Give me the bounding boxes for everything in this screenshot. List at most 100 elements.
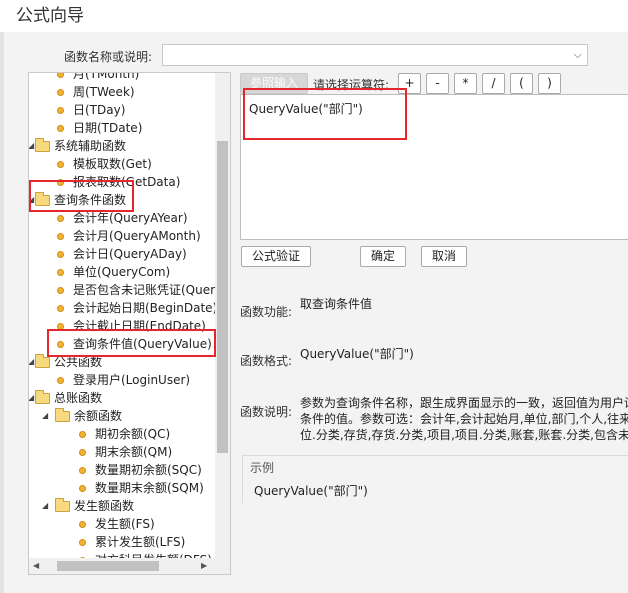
tree-viewport: 月(TMonth) 周(TWeek) 日(TDay) 日期(TDate) ◢ 系统辅助函数… (29, 73, 215, 558)
scroll-right-icon[interactable]: ▶ (201, 561, 207, 570)
function-dot-icon (79, 461, 86, 479)
tree-function-node[interactable]: 会计日(QueryADay) (29, 245, 215, 263)
search-label: 函数名称或说明: (64, 50, 153, 64)
tree-node-label: 会计月(QueryAMonth) (73, 229, 201, 243)
example-legend: 示例 (250, 461, 275, 475)
function-dot-icon (57, 73, 64, 83)
tree-function-node[interactable]: 单位(QueryCom) (29, 263, 215, 281)
tree-function-node[interactable]: 数量期初余额(SQC) (29, 461, 215, 479)
format-value: QueryValue("部门") (300, 347, 414, 361)
function-dot-icon (57, 263, 64, 281)
operator-multiply-button[interactable]: * (454, 73, 477, 94)
tree-node-label: 会计日(QueryADay) (73, 247, 187, 261)
tree-node-label: 系统辅助函数 (54, 139, 127, 153)
tree-function-node[interactable]: 会计起始日期(BeginDate) (29, 299, 215, 317)
description-line: 条件的值。参数可选：会计年,会计起始月,单位,部门,个人,往来单 (300, 412, 628, 426)
expand-toggle-icon[interactable]: ◢ (29, 137, 34, 155)
expand-toggle-icon[interactable]: ◢ (42, 407, 48, 425)
tree-function-node[interactable]: 会计月(QueryAMonth) (29, 227, 215, 245)
tree-horizontal-scrollbar[interactable]: ◀ ▶ (29, 558, 215, 574)
tree-node-label: 单位(QueryCom) (73, 265, 171, 279)
function-tree-panel: 月(TMonth) 周(TWeek) 日(TDay) 日期(TDate) ◢ 系统辅助函数… (28, 72, 231, 575)
tree-function-node[interactable]: 月(TMonth) (29, 73, 215, 83)
scroll-left-icon[interactable]: ◀ (33, 561, 39, 570)
tree-function-node[interactable]: 是否包含未记账凭证(QueryIncludeUnpost) (29, 281, 215, 299)
folder-icon (55, 407, 70, 427)
highlight-box (29, 180, 134, 212)
function-dot-icon (79, 533, 86, 551)
function-dot-icon (79, 479, 86, 497)
description-line: 参数为查询条件名称，跟生成界面显示的一致，返回值为用户设 (300, 396, 628, 410)
function-search-select[interactable]: ⌵ (162, 44, 588, 66)
tree-node-label: 登录用户(LoginUser) (73, 373, 191, 387)
tree-node-label: 是否包含未记账凭证(QueryIncludeUnpost) (73, 283, 215, 297)
tree-function-node[interactable]: 发生额(FS) (29, 515, 215, 533)
tree-folder-node[interactable]: ◢ 发生额函数 (29, 497, 215, 515)
function-dot-icon (57, 83, 64, 101)
tree-function-node[interactable]: 模板取数(Get) (29, 155, 215, 173)
description-line: 位.分类,存货,存货.分类,项目,项目.分类,账套,账套.分类,包含未记 (300, 428, 628, 442)
example-text: QueryValue("部门") (254, 484, 368, 498)
function-dot-icon (57, 281, 64, 299)
operator-open-paren-button[interactable]: ( (510, 73, 533, 94)
tree-function-node[interactable]: 日期(TDate) (29, 119, 215, 137)
vertical-scroll-thumb[interactable] (217, 141, 228, 453)
format-label: 函数格式: (240, 354, 293, 368)
cancel-button[interactable]: 取消 (421, 246, 467, 267)
tree-node-label: 模板取数(Get) (73, 157, 152, 171)
tree-function-node[interactable]: 登录用户(LoginUser) (29, 371, 215, 389)
expand-toggle-icon[interactable]: ◢ (29, 389, 34, 407)
function-dot-icon (57, 101, 64, 119)
window-title: 公式向导 (16, 6, 84, 26)
tree-function-node[interactable]: 对方科目发生额(DFS) (29, 551, 215, 558)
tree-node-label: 余额函数 (74, 409, 123, 423)
operator-close-paren-button[interactable]: ) (538, 73, 561, 94)
function-dot-icon (57, 155, 64, 173)
expand-toggle-icon[interactable]: ◢ (29, 353, 34, 371)
tree-node-label: 日期(TDate) (73, 121, 143, 135)
operator-minus-button[interactable]: - (426, 73, 449, 94)
function-dot-icon (79, 551, 86, 558)
tree-folder-node[interactable]: ◢ 余额函数 (29, 407, 215, 425)
function-dot-icon (79, 443, 86, 461)
folder-icon (35, 137, 50, 157)
tree-function-node[interactable]: 日(TDay) (29, 101, 215, 119)
tree-node-label: 发生额(FS) (95, 517, 155, 531)
tree-node-label: 期初余额(QC) (95, 427, 171, 441)
tree-node-label: 对方科目发生额(DFS) (95, 551, 212, 558)
tree-node-label: 数量期末余额(SQM) (95, 481, 204, 495)
tree-vertical-scrollbar[interactable] (215, 73, 230, 558)
tree-node-label: 月(TMonth) (73, 73, 140, 81)
title-bar: 公式向导 (0, 0, 628, 32)
ok-button[interactable]: 确定 (360, 246, 406, 267)
scrollbar-corner (215, 558, 230, 574)
expand-toggle-icon[interactable]: ◢ (42, 497, 48, 515)
tree-folder-node[interactable]: ◢ 系统辅助函数 (29, 137, 215, 155)
tree-node-label: 数量期初余额(SQC) (95, 463, 202, 477)
tree-node-label: 周(TWeek) (73, 85, 135, 99)
function-dot-icon (57, 371, 64, 389)
function-dot-icon (57, 119, 64, 137)
description-label: 函数说明: (240, 405, 293, 419)
tree-function-node[interactable]: 累计发生额(LFS) (29, 533, 215, 551)
tree-node-label: 期末余额(QM) (95, 445, 173, 459)
folder-icon (55, 497, 70, 517)
tree-function-node[interactable]: 周(TWeek) (29, 83, 215, 101)
verify-formula-button[interactable]: 公式验证 (241, 246, 311, 267)
tree-folder-node[interactable]: ◢ 总账函数 (29, 389, 215, 407)
tree-node-label: 发生额函数 (74, 499, 135, 513)
function-dot-icon (57, 299, 64, 317)
function-dot-icon (79, 515, 86, 533)
tree-node-label: 总账函数 (54, 391, 103, 405)
function-dot-icon (79, 425, 86, 443)
left-edge-border (0, 32, 4, 593)
function-label: 函数功能: (240, 305, 293, 319)
function-tree: 月(TMonth) 周(TWeek) 日(TDay) 日期(TDate) ◢ 系统辅助函数… (29, 73, 215, 558)
function-dot-icon (57, 245, 64, 263)
chevron-down-icon[interactable]: ⌵ (574, 48, 582, 62)
operator-divide-button[interactable]: / (482, 73, 505, 94)
tree-function-node[interactable]: 期初余额(QC) (29, 425, 215, 443)
tree-function-node[interactable]: 数量期末余额(SQM) (29, 479, 215, 497)
horizontal-scroll-thumb[interactable] (57, 561, 159, 571)
tree-function-node[interactable]: 期末余额(QM) (29, 443, 215, 461)
